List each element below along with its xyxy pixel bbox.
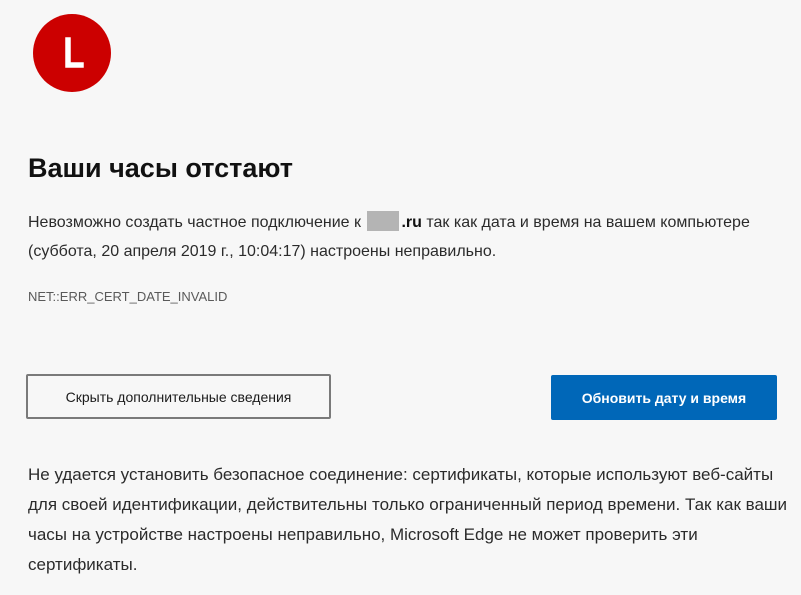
hide-details-button[interactable]: Скрыть дополнительные сведения	[26, 374, 331, 419]
error-code: NET::ERR_CERT_DATE_INVALID	[28, 289, 228, 304]
error-details-text: Не удается установить безопасное соедине…	[28, 465, 788, 574]
domain-suffix: .ru	[401, 214, 422, 231]
description-prefix: Невозможно создать частное подключение к	[28, 214, 366, 231]
redacted-domain	[367, 211, 400, 231]
error-description: Невозможно создать частное подключение к…	[28, 208, 768, 266]
alert-glyph	[65, 37, 84, 68]
page-title: Ваши часы отстают	[28, 153, 293, 183]
alert-circle-icon	[33, 14, 111, 92]
update-date-time-button[interactable]: Обновить дату и время	[551, 375, 777, 420]
